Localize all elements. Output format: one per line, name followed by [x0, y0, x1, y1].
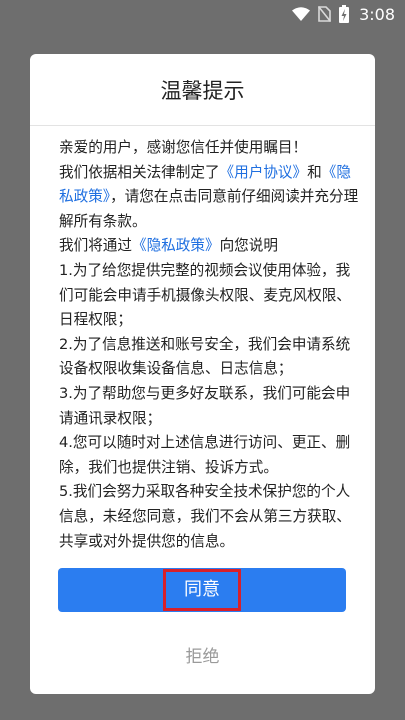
body-paragraph: 5.我们会努力采取各种安全技术保护您的个人信息，未经您同意，我们不会从第三方获取… [59, 480, 361, 554]
body-paragraph: 4.您可以随时对上述信息进行访问、更正、删除，我们也提供注销、投诉方式。 [59, 431, 361, 480]
body-paragraph: 3.为了帮助您与更多好友联系，我们可能会申请通讯录权限； [59, 382, 361, 431]
body-paragraph: 1.为了给您提供完整的视频会议使用体验，我们可能会申请手机摄像头权限、麦克风权限… [59, 259, 361, 333]
no-sim-icon [318, 6, 332, 22]
body-paragraph: 2.为了信息推送和账号安全，我们会申请系统设备权限收集设备信息、日志信息； [59, 333, 361, 382]
consent-dialog: 温馨提示 亲爱的用户，感谢您信任并使用瞩目！ 我们依据相关法律制定了《用户协议》和… [30, 54, 375, 694]
body-text: 我们将通过 [59, 237, 132, 255]
status-icons: 3:08 [292, 5, 395, 24]
policy-link[interactable]: 《隐私政策》 [132, 237, 220, 254]
dialog-title: 温馨提示 [30, 54, 375, 126]
agree-button[interactable]: 同意 [58, 568, 346, 612]
dialog-body: 亲爱的用户，感谢您信任并使用瞩目！ 我们依据相关法律制定了《用户协议》和《隐私政策… [30, 126, 375, 554]
policy-link[interactable]: 《用户协议》 [220, 164, 308, 181]
battery-charging-icon [339, 5, 350, 23]
status-bar: 3:08 [0, 0, 405, 28]
body-text: 亲爱的用户，感谢您信任并使用瞩目！ [59, 139, 308, 156]
status-time: 3:08 [359, 4, 395, 24]
body-paragraph: 我们依据相关法律制定了《用户协议》和《隐私政策》，请您在点击同意前仔细阅读并充分… [59, 161, 361, 235]
body-paragraph: 亲爱的用户，感谢您信任并使用瞩目！ [59, 136, 361, 161]
wifi-icon [292, 7, 311, 21]
body-text: 2.为了信息推送和账号安全，我们会申请系统设备权限收集设备信息、日志信息； [59, 335, 351, 378]
reject-button[interactable]: 拒绝 [30, 634, 375, 674]
agree-button-label: 同意 [163, 569, 241, 611]
body-text: 和 [307, 163, 322, 181]
body-text: 1.为了给您提供完整的视频会议使用体验，我们可能会申请手机摄像头权限、麦克风权限… [59, 261, 351, 329]
body-text: 向您说明 [219, 237, 278, 255]
body-paragraph: 我们将通过《隐私政策》向您说明 [59, 234, 361, 259]
body-text: 5.我们会努力采取各种安全技术保护您的个人信息，未经您同意，我们不会从第三方获取… [59, 483, 351, 550]
body-text: 3.为了帮助您与更多好友联系，我们可能会申请通讯录权限； [59, 384, 351, 427]
body-text: 4.您可以随时对上述信息进行访问、更正、删除，我们也提供注销、投诉方式。 [59, 434, 351, 476]
body-text: 我们依据相关法律制定了 [59, 163, 220, 181]
